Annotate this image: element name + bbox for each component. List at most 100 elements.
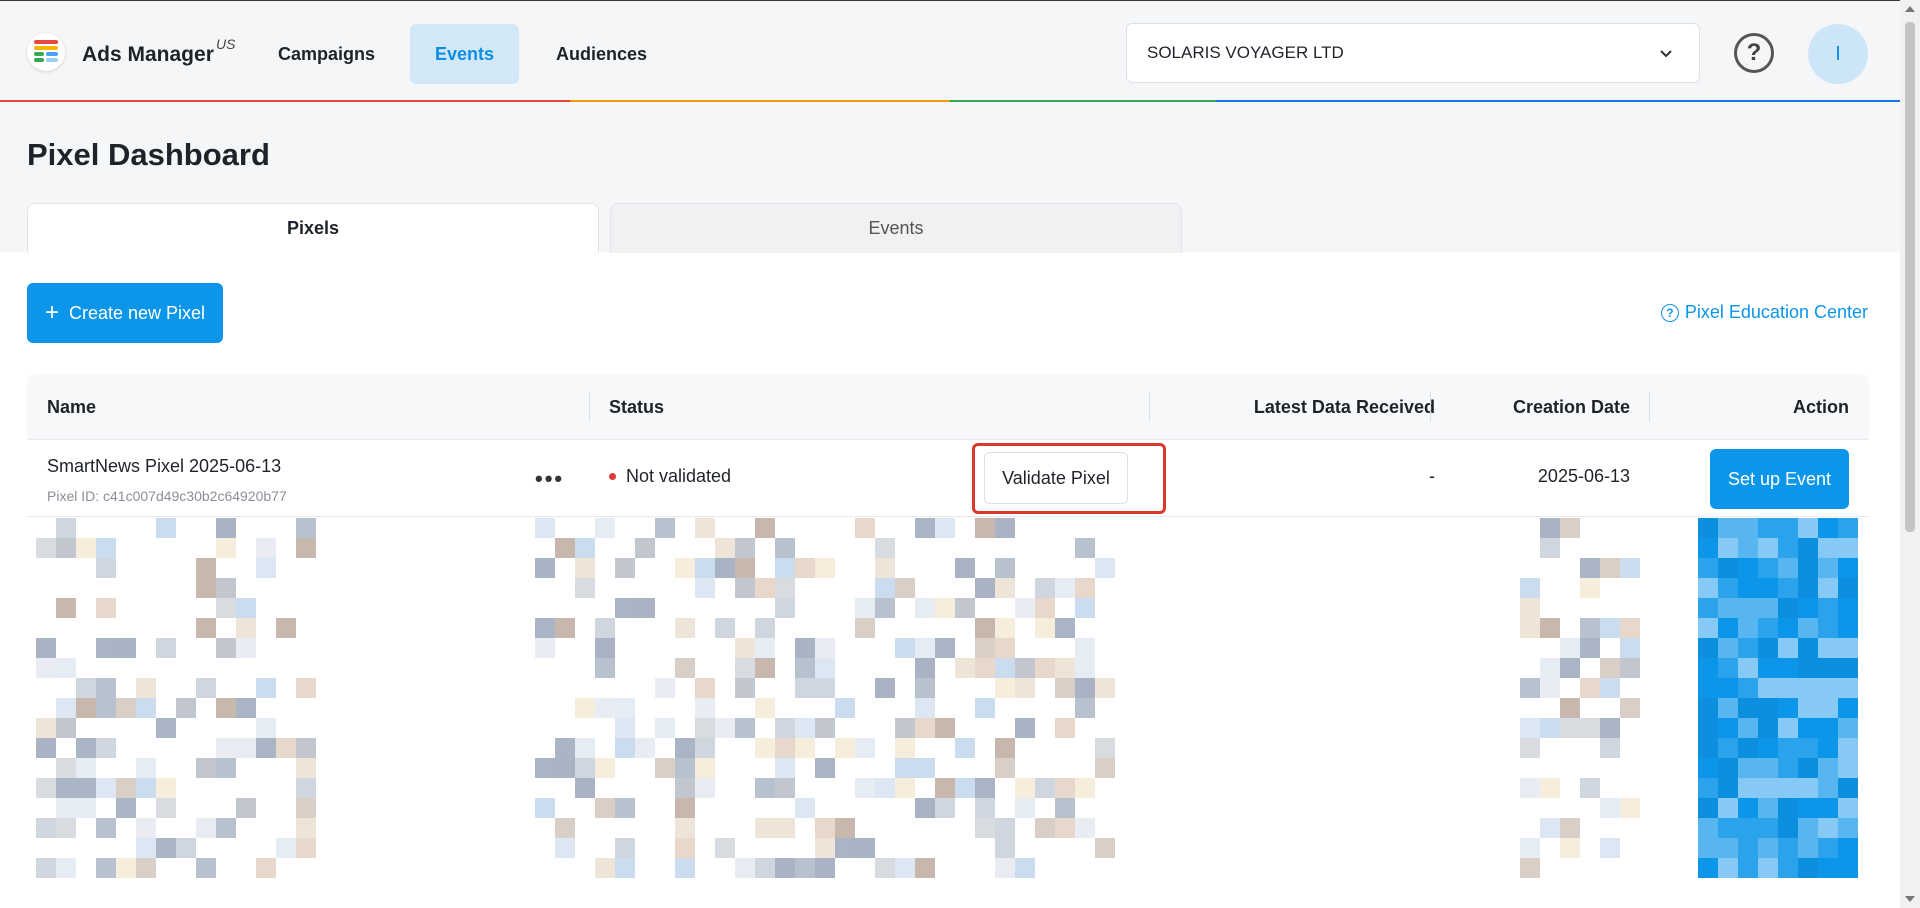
redacted-pixel-block: [555, 738, 575, 758]
redacted-pixel-block: [1540, 678, 1560, 698]
redacted-pixel-block: [216, 518, 236, 538]
vertical-scrollbar[interactable]: [1900, 0, 1920, 908]
set-up-event-button[interactable]: Set up Event: [1710, 449, 1849, 509]
create-new-pixel-button[interactable]: + Create new Pixel: [27, 283, 223, 343]
redacted-pixel-block: [1758, 518, 1778, 538]
validate-pixel-button[interactable]: Validate Pixel: [984, 452, 1128, 504]
tab-events[interactable]: Events: [610, 203, 1182, 253]
redacted-pixel-block: [1015, 718, 1035, 738]
redacted-pixel-block: [1818, 538, 1838, 558]
redacted-pixel-block: [1778, 618, 1798, 638]
redacted-pixel-block: [1838, 718, 1858, 738]
redacted-pixel-block: [296, 518, 316, 538]
redacted-pixel-block: [1798, 618, 1818, 638]
table-row: SmartNews Pixel 2025-06-13 Pixel ID: c41…: [27, 440, 1869, 517]
redacted-pixel-block: [1798, 738, 1818, 758]
redacted-pixel-block: [595, 758, 615, 778]
redacted-pixel-block: [1718, 598, 1738, 618]
redacted-pixel-block: [935, 518, 955, 538]
redacted-pixel-block: [1778, 718, 1798, 738]
redacted-pixel-block: [675, 778, 695, 798]
redacted-pixel-block: [975, 658, 995, 678]
tab-pixels[interactable]: Pixels: [27, 203, 599, 253]
redacted-pixel-block: [1738, 538, 1758, 558]
redacted-pixel-block: [635, 738, 655, 758]
redacted-pixel-block: [655, 718, 675, 738]
account-name: SOLARIS VOYAGER LTD: [1147, 43, 1344, 62]
redacted-pixel-block: [1818, 698, 1838, 718]
redacted-pixel-block: [1738, 578, 1758, 598]
redacted-pixel-block: [915, 698, 935, 718]
redacted-pixel-block: [296, 818, 316, 838]
scroll-up-arrow-icon[interactable]: [1905, 6, 1915, 12]
ads-manager-logo-icon[interactable]: [27, 33, 65, 71]
redacted-pixel-block: [196, 818, 216, 838]
redacted-pixel-block: [76, 758, 96, 778]
redacted-pixel-block: [1798, 858, 1818, 878]
redacted-pixel-block: [555, 758, 575, 778]
redacted-pixel-block: [1600, 678, 1620, 698]
redacted-pixel-block: [1600, 798, 1620, 818]
account-selector[interactable]: SOLARIS VOYAGER LTD: [1126, 23, 1700, 83]
redacted-pixel-block: [875, 578, 895, 598]
redacted-pixel-block: [595, 638, 615, 658]
redacted-pixel-block: [1818, 618, 1838, 638]
scrollbar-thumb[interactable]: [1905, 22, 1915, 532]
redacted-pixel-block: [1798, 778, 1818, 798]
redacted-pixel-block: [1055, 618, 1075, 638]
redacted-pixel-block: [695, 698, 715, 718]
redacted-pixel-block: [1838, 698, 1858, 718]
redacted-pixel-block: [615, 838, 635, 858]
nav-campaigns[interactable]: Campaigns: [253, 24, 400, 84]
more-options-icon[interactable]: •••: [535, 466, 564, 492]
avatar[interactable]: I: [1808, 24, 1868, 84]
redacted-pixel-block: [595, 858, 615, 878]
redacted-pixel-block: [136, 858, 156, 878]
redacted-pixel-block: [575, 778, 595, 798]
redacted-pixel-block: [96, 858, 116, 878]
redacted-pixel-block: [36, 638, 56, 658]
create-button-label: Create new Pixel: [68, 302, 206, 323]
redacted-pixel-block: [1778, 758, 1798, 778]
redacted-pixel-block: [1698, 718, 1718, 738]
redacted-pixel-block: [96, 698, 116, 718]
redacted-pixel-block: [156, 838, 176, 858]
redacted-pixel-block: [1540, 818, 1560, 838]
redacted-pixel-block: [995, 638, 1015, 658]
redacted-pixel-block: [1798, 718, 1818, 738]
nav-events[interactable]: Events: [410, 24, 520, 84]
redacted-pixel-block: [995, 578, 1015, 598]
redacted-pixel-block: [595, 658, 615, 678]
redacted-pixel-block: [1075, 578, 1095, 598]
redacted-pixel-block: [1620, 658, 1640, 678]
redacted-pixel-block: [675, 818, 695, 838]
redacted-pixel-block: [1560, 838, 1580, 858]
redacted-pixel-block: [1798, 838, 1818, 858]
redacted-pixel-block: [1580, 678, 1600, 698]
redacted-pixel-block: [1698, 698, 1718, 718]
redacted-pixel-block: [995, 858, 1015, 878]
redacted-pixel-block: [1580, 618, 1600, 638]
redacted-pixel-block: [595, 618, 615, 638]
page-title: Pixel Dashboard: [27, 137, 270, 172]
redacted-pixel-block: [56, 818, 76, 838]
redacted-pixel-block: [1055, 718, 1075, 738]
scroll-down-arrow-icon[interactable]: [1905, 896, 1915, 902]
redacted-pixel-block: [755, 818, 775, 838]
redacted-pixel-block: [76, 738, 96, 758]
redacted-pixel-block: [1818, 758, 1838, 778]
redacted-pixel-block: [1600, 838, 1620, 858]
pixel-education-center-link[interactable]: ? Pixel Education Center: [1660, 302, 1868, 323]
redacted-pixel-block: [855, 518, 875, 538]
nav-audiences[interactable]: Audiences: [531, 24, 672, 84]
redacted-pixel-block: [1818, 578, 1838, 598]
redacted-pixel-block: [1015, 798, 1035, 818]
redacted-pixel-block: [1818, 738, 1838, 758]
redacted-pixel-block: [655, 678, 675, 698]
redacted-pixel-block: [1075, 818, 1095, 838]
redacted-pixel-block: [1015, 678, 1035, 698]
help-icon[interactable]: ?: [1734, 33, 1774, 73]
redacted-pixel-block: [1798, 658, 1818, 678]
redacted-pixel-block: [116, 798, 136, 818]
redacted-pixel-block: [675, 858, 695, 878]
